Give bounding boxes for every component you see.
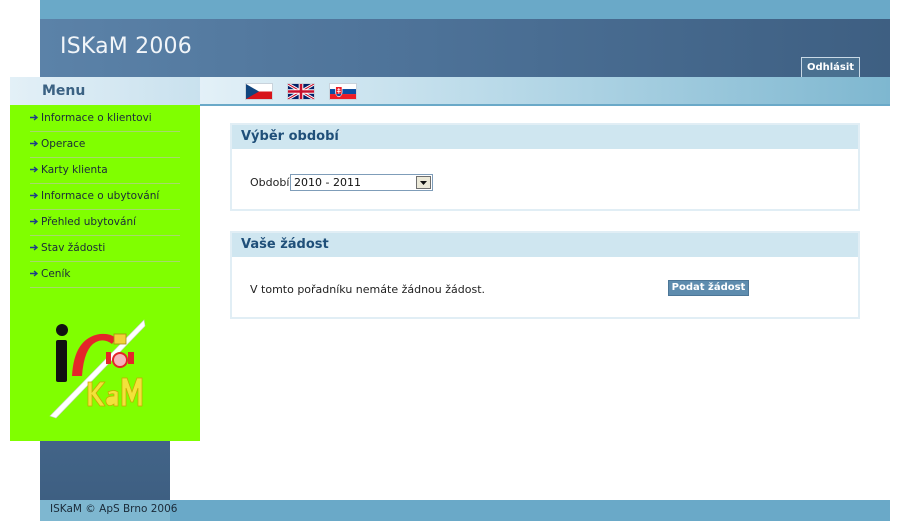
sidebar-item-label: Informace o ubytování <box>41 190 160 202</box>
menu-header <box>10 77 200 105</box>
no-request-message: V tomto pořadníku nemáte žádnou žádost. <box>250 283 486 296</box>
sidebar-item-karty-klienta[interactable]: Karty klienta <box>30 158 180 184</box>
request-panel: Vaše žádost V tomto pořadníku nemáte žád… <box>230 231 860 319</box>
sidebar-item-prehled-ubytovani[interactable]: Přehled ubytování <box>30 210 180 236</box>
sidebar-item-operace[interactable]: Operace <box>30 132 180 158</box>
czech-flag-icon[interactable] <box>245 83 273 100</box>
sidebar-item-label: Přehled ubytování <box>41 216 137 228</box>
language-bar-divider <box>200 104 890 106</box>
period-panel-title: Výběr období <box>241 129 339 144</box>
sidebar-item-informace-o-ubytovani[interactable]: Informace o ubytování <box>30 184 180 210</box>
arrow-right-icon <box>30 140 39 147</box>
chevron-down-icon <box>420 181 427 185</box>
dropdown-button[interactable] <box>416 176 431 189</box>
period-panel: Výběr období Období: 2010 - 2011 <box>230 123 860 211</box>
sidebar-item-informace-o-klientovi[interactable]: Informace o klientovi <box>30 106 180 132</box>
period-label: Období: <box>250 176 294 189</box>
arrow-right-icon <box>30 244 39 251</box>
uk-flag-icon[interactable] <box>287 83 315 100</box>
slovak-flag-icon[interactable] <box>329 83 357 100</box>
arrow-right-icon <box>30 166 39 173</box>
logout-button[interactable]: Odhlásit <box>801 57 860 77</box>
iskam-logo-icon <box>49 319 146 419</box>
arrow-right-icon <box>30 218 39 225</box>
period-select-value: 2010 - 2011 <box>294 176 361 189</box>
sidebar-item-label: Karty klienta <box>41 164 108 176</box>
request-panel-header: Vaše žádost <box>232 233 858 257</box>
period-select[interactable]: 2010 - 2011 <box>290 174 433 191</box>
sidebar-item-cenik[interactable]: Ceník <box>30 262 180 288</box>
sidebar-item-label: Operace <box>41 138 86 150</box>
submit-request-button[interactable]: Podat žádost <box>668 280 749 296</box>
sidebar-item-label: Stav žádosti <box>41 242 106 254</box>
sidebar-item-stav-zadosti[interactable]: Stav žádosti <box>30 236 180 262</box>
top-strip <box>40 0 890 19</box>
menu-title: Menu <box>42 83 86 99</box>
sidebar-item-label: Ceník <box>41 268 71 280</box>
period-panel-header: Výběr období <box>232 125 858 149</box>
request-panel-title: Vaše žádost <box>241 237 329 252</box>
arrow-right-icon <box>30 192 39 199</box>
arrow-right-icon <box>30 270 39 277</box>
arrow-right-icon <box>30 114 39 121</box>
footer-copyright: ISKaM © ApS Brno 2006 <box>50 503 178 515</box>
sidebar-item-label: Informace o klientovi <box>41 112 152 124</box>
app-title: ISKaM 2006 <box>60 34 192 59</box>
